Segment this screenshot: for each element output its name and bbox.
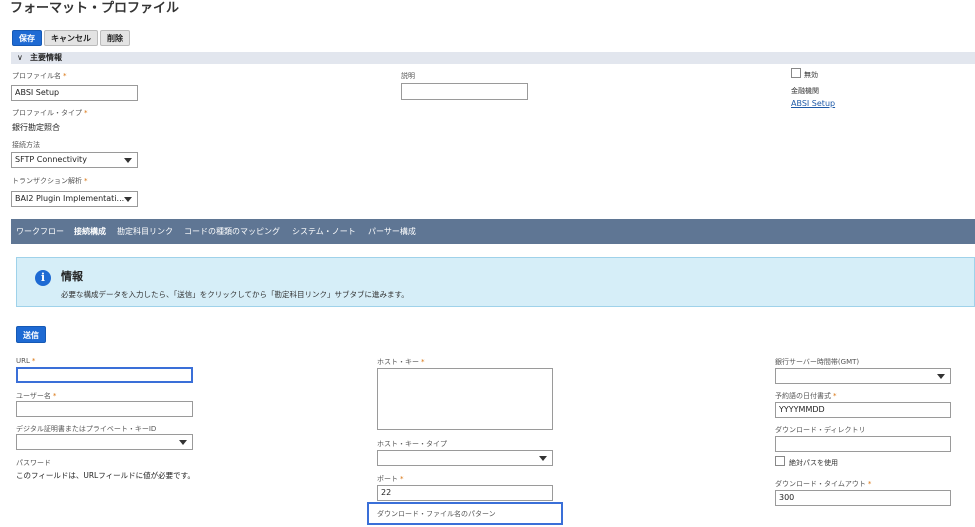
transaction-parse-select[interactable]: BAI2 Plugin Implementati... (11, 191, 138, 207)
date-format-label: 予約語の日付書式 * (775, 392, 837, 400)
profile-name-input[interactable]: ABSI Setup (11, 85, 138, 101)
connection-method-label: 接続方法 (12, 141, 40, 149)
info-icon: i (35, 270, 51, 286)
info-title: 情報 (61, 270, 83, 283)
tab-account-link[interactable]: 勘定科目リンク (117, 219, 173, 244)
cancel-button[interactable]: キャンセル (44, 30, 98, 46)
host-key-type-select[interactable] (377, 450, 553, 466)
tab-code-type-mapping[interactable]: コードの種類のマッピング (184, 219, 280, 244)
absolute-path-checkbox[interactable] (775, 456, 785, 466)
description-label: 説明 (401, 72, 415, 80)
save-button[interactable]: 保存 (12, 30, 42, 46)
info-message: 必要な構成データを入力したら、「送信」をクリックしてから「勘定科目リンク」サブタ… (61, 290, 409, 299)
password-label: パスワード (16, 459, 51, 467)
dropdown-caret-icon (124, 158, 132, 163)
host-key-type-label: ホスト・キー・タイプ (377, 440, 447, 448)
url-label: URL * (16, 357, 36, 365)
inactive-label: 無効 (804, 71, 818, 79)
username-label: ユーザー名 * (16, 392, 57, 400)
chevron-down-icon: ∨ (17, 53, 23, 62)
dropdown-caret-icon (937, 374, 945, 379)
host-key-textarea[interactable] (377, 368, 553, 430)
download-dir-input[interactable] (775, 436, 951, 452)
connection-method-value: SFTP Connectivity (15, 155, 87, 164)
port-label: ポート * (377, 475, 404, 483)
host-key-label: ホスト・キー * (377, 358, 425, 366)
profile-name-label: プロファイル名 * (12, 72, 67, 80)
delete-button[interactable]: 削除 (100, 30, 130, 46)
bank-timezone-label: 銀行サーバー時間帯(GMT) (775, 358, 860, 366)
bank-timezone-select[interactable] (775, 368, 951, 384)
tab-connection-config[interactable]: 接続構成 (74, 219, 106, 244)
inactive-checkbox[interactable] (791, 68, 801, 78)
absolute-path-label: 絶対パスを使用 (789, 459, 838, 467)
transaction-parse-label: トランザクション解析 * (12, 177, 88, 185)
download-dir-label: ダウンロード・ディレクトリ (775, 426, 866, 434)
description-input[interactable] (401, 83, 528, 100)
cert-key-label: デジタル証明書またはプライベート・キーID (16, 425, 157, 433)
url-input[interactable] (16, 367, 193, 383)
page-title: フォーマット・プロファイル (10, 1, 180, 16)
username-input[interactable] (16, 401, 193, 417)
timeout-label: ダウンロード・タイムアウト * (775, 480, 872, 488)
cert-key-select[interactable] (16, 434, 193, 450)
tab-parser-config[interactable]: パーサー構成 (368, 219, 416, 244)
profile-type-value: 銀行勘定照合 (12, 123, 60, 132)
section-title: 主要情報 (30, 53, 62, 62)
submit-button[interactable]: 送信 (16, 326, 46, 343)
connection-method-select[interactable]: SFTP Connectivity (11, 152, 138, 168)
profile-type-label: プロファイル・タイプ * (12, 109, 88, 117)
filename-pattern-highlight[interactable]: ダウンロード・ファイル名のパターン (367, 502, 563, 525)
timeout-input[interactable]: 300 (775, 490, 951, 506)
financial-institution-label: 金融機関 (791, 87, 819, 95)
dropdown-caret-icon (539, 456, 547, 461)
transaction-parse-value: BAI2 Plugin Implementati... (15, 194, 125, 203)
tab-system-notes[interactable]: システム・ノート (292, 219, 356, 244)
date-format-input[interactable]: YYYYMMDD (775, 402, 951, 418)
financial-institution-link[interactable]: ABSI Setup (791, 99, 835, 108)
filename-pattern-label: ダウンロード・ファイル名のパターン (377, 510, 496, 518)
tab-workflow[interactable]: ワークフロー (16, 219, 64, 244)
dropdown-caret-icon (179, 440, 187, 445)
main-info-section-header[interactable]: ∨ 主要情報 (11, 52, 975, 64)
subtab-bar: ワークフロー 接続構成 勘定科目リンク コードの種類のマッピング システム・ノー… (11, 219, 975, 244)
port-input[interactable]: 22 (377, 485, 553, 501)
password-note: このフィールドは、URLフィールドに値が必要です。 (16, 471, 195, 480)
info-banner: i 情報 必要な構成データを入力したら、「送信」をクリックしてから「勘定科目リン… (16, 257, 975, 307)
dropdown-caret-icon (124, 197, 132, 202)
